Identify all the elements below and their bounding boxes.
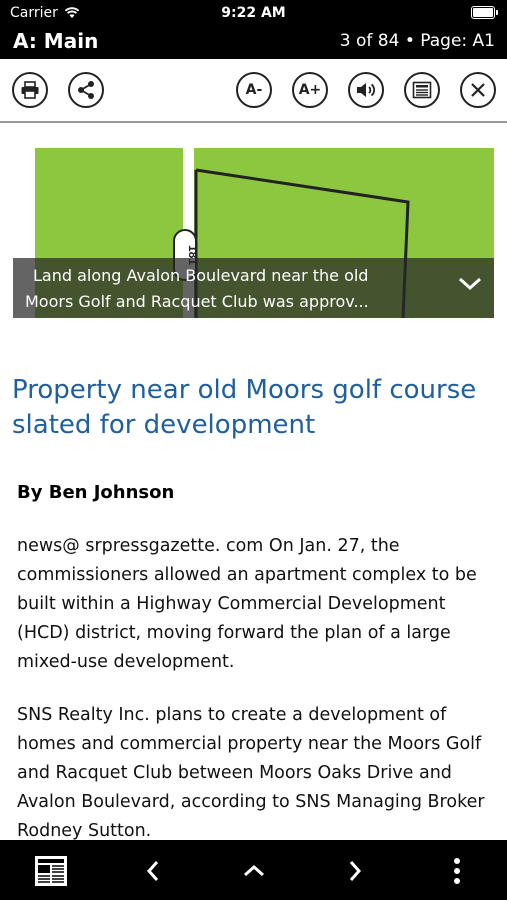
article-paragraph: news@ srpressgazette. com On Jan. 27, th… <box>17 536 477 672</box>
battery-icon <box>471 6 498 19</box>
close-icon <box>471 83 485 97</box>
chevron-down-icon[interactable] <box>458 276 482 292</box>
share-button[interactable] <box>68 72 104 108</box>
speaker-icon <box>357 83 376 97</box>
chevron-left-icon <box>146 861 159 881</box>
increase-font-button[interactable]: A+ <box>292 72 328 108</box>
newspaper-icon <box>35 856 67 886</box>
decrease-font-label: A- <box>245 82 263 98</box>
top-bar: Carrier 9:22 AM A: Main 3 of 84 • Page: … <box>0 0 507 59</box>
article-byline: By Ben Johnson <box>17 482 175 503</box>
image-caption[interactable]: Land along Avalon Boulevard near the old… <box>13 258 494 318</box>
text-view-button[interactable] <box>404 72 440 108</box>
chevron-up-icon <box>244 864 264 877</box>
bottom-nav-bar <box>0 840 507 900</box>
chevron-right-icon <box>349 861 362 881</box>
page-view-button[interactable] <box>34 854 68 888</box>
caption-line-1: Land along Avalon Boulevard near the old <box>33 266 369 285</box>
text-view-icon <box>412 81 432 99</box>
article-toolbar: A- A+ <box>0 59 507 123</box>
print-icon <box>21 81 39 99</box>
more-vertical-icon <box>454 858 460 884</box>
audio-button[interactable] <box>348 72 384 108</box>
status-time: 9:22 AM <box>221 5 286 21</box>
next-article-button[interactable] <box>338 854 372 888</box>
print-button[interactable] <box>12 72 48 108</box>
caption-text: Land along Avalon Boulevard near the old… <box>25 263 445 315</box>
previous-article-button[interactable] <box>136 854 170 888</box>
close-button[interactable] <box>460 72 496 108</box>
decrease-font-button[interactable]: A- <box>236 72 272 108</box>
battery-level <box>473 8 493 17</box>
caption-line-2: Moors Golf and Racquet Club was approv..… <box>25 292 369 311</box>
article-paragraph: SNS Realty Inc. plans to create a develo… <box>17 705 485 841</box>
increase-font-label: A+ <box>298 82 322 98</box>
page-indicator: 3 of 84 • Page: A1 <box>339 31 495 51</box>
share-icon <box>78 81 94 99</box>
section-title[interactable]: A: Main <box>13 29 98 53</box>
scroll-top-button[interactable] <box>237 854 271 888</box>
more-menu-button[interactable] <box>440 854 474 888</box>
article-headline: Property near old Moors golf course slat… <box>12 375 477 440</box>
